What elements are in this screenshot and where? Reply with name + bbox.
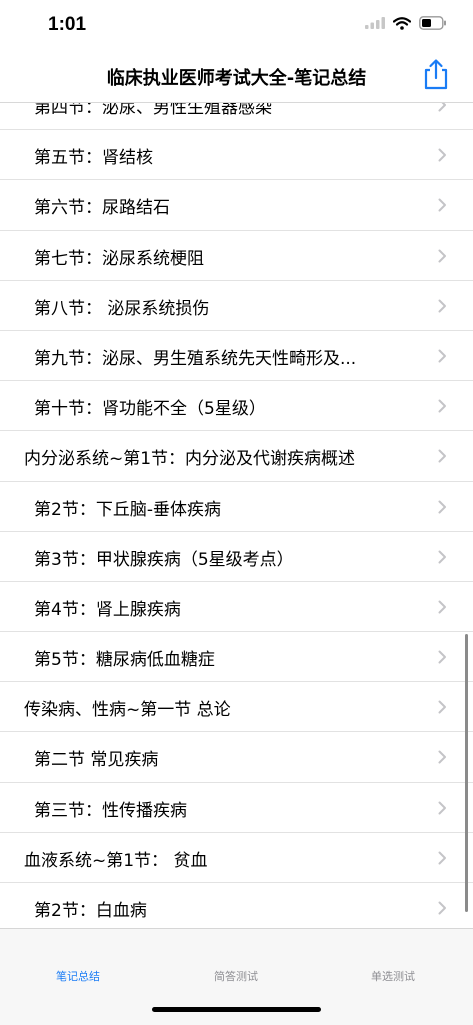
chevron-right-icon [438, 851, 446, 865]
list-item[interactable]: 第5节：糖尿病低血糖症 [0, 632, 473, 683]
chevron-right-icon [438, 750, 446, 764]
tab-single-choice-test[interactable]: 单选测试 [333, 968, 453, 984]
list-item[interactable]: 第七节：泌尿系统梗阻 [0, 231, 473, 281]
list-item-label: 第九节：泌尿、男生殖系统先天性畸形及... [34, 348, 357, 369]
wifi-icon [393, 16, 411, 30]
chevron-right-icon [438, 901, 446, 915]
list-item-label: 第四节：泌尿、男性生殖器感染 [34, 102, 272, 118]
scrollbar[interactable] [465, 634, 468, 912]
list-item-label: 第六节：尿路结石 [34, 198, 170, 219]
list-item[interactable]: 血液系统~第1节： 贫血 [0, 833, 473, 883]
list-item[interactable]: 第2节：下丘脑-垂体疾病 [0, 482, 473, 532]
list-item-label: 第十节：肾功能不全（5星级） [34, 399, 266, 420]
list-item[interactable]: 第4节：肾上腺疾病 [0, 582, 473, 633]
page-title: 临床执业医师考试大全-笔记总结 [106, 68, 367, 89]
chevron-right-icon [438, 600, 446, 614]
list-item[interactable]: 第八节： 泌尿系统损伤 [0, 281, 473, 331]
list-item-label: 内分泌系统~第1节：内分泌及代谢疾病概述 [24, 449, 356, 470]
list-item[interactable]: 传染病、性病~第一节 总论 [0, 682, 473, 733]
list-item[interactable]: 第五节：肾结核 [0, 130, 473, 181]
list-item-label: 第七节：泌尿系统梗阻 [34, 248, 204, 269]
chevron-right-icon [438, 399, 446, 413]
list-item[interactable]: 第十节：肾功能不全（5星级） [0, 381, 473, 432]
status-bar: 1:01 [0, 0, 473, 50]
share-icon [424, 59, 448, 90]
navigation-bar: 临床执业医师考试大全-笔记总结 [0, 50, 473, 103]
list-item-label: 第三节：性传播疾病 [34, 800, 187, 821]
home-indicator [152, 1007, 321, 1012]
signal-icon [365, 17, 385, 29]
tab-notes-summary[interactable]: 笔记总结 [18, 968, 138, 984]
chevron-right-icon [438, 801, 446, 815]
chevron-right-icon [438, 249, 446, 263]
chevron-right-icon [438, 500, 446, 513]
notes-list[interactable]: 第四节：泌尿、男性生殖器感染 第五节：肾结核 第六节：尿路结石 第七节：泌尿系统梗阻第… [0, 102, 473, 928]
chevron-right-icon [438, 700, 446, 714]
list-item-label: 第2节：白血病 [34, 901, 147, 921]
list-item-label: 第2节：下丘脑-垂体疾病 [34, 499, 221, 520]
tab-label: 简答测试 [214, 970, 258, 983]
list-item-label: 第二节 常见疾病 [34, 750, 159, 771]
list-item-label: 血液系统~第1节： 贫血 [24, 850, 208, 871]
list-item-label: 传染病、性病~第一节 总论 [24, 700, 231, 721]
chevron-right-icon [438, 449, 446, 463]
chevron-right-icon [438, 650, 446, 664]
share-button[interactable] [421, 56, 451, 92]
chevron-right-icon [438, 198, 446, 212]
list-item-label: 第5节：糖尿病低血糖症 [34, 650, 215, 671]
list-item[interactable]: 第2节：白血病 [0, 883, 473, 928]
tab-label: 单选测试 [371, 970, 415, 983]
chevron-right-icon [438, 148, 446, 162]
list-item-label: 第3节：甲状腺疾病（5星级考点） [34, 549, 294, 570]
battery-icon [419, 16, 446, 30]
chevron-right-icon [438, 102, 446, 112]
list-item-label: 第八节： 泌尿系统损伤 [34, 298, 210, 319]
list-item[interactable]: 第三节：性传播疾病 [0, 783, 473, 833]
list-item[interactable]: 第九节：泌尿、男生殖系统先天性畸形及... [0, 331, 473, 382]
notes-list-content: 第四节：泌尿、男性生殖器感染 第五节：肾结核 第六节：尿路结石 第七节：泌尿系统梗阻第… [0, 102, 473, 928]
status-icons [365, 16, 447, 30]
chevron-right-icon [438, 349, 446, 363]
list-item[interactable]: 第四节：泌尿、男性生殖器感染 [0, 102, 473, 131]
tab-short-answer-test[interactable]: 简答测试 [176, 968, 296, 984]
list-item-label: 第五节：肾结核 [34, 148, 153, 169]
list-item[interactable]: 第二节 常见疾病 [0, 732, 473, 783]
list-item[interactable]: 第六节：尿路结石 [0, 180, 473, 231]
list-item[interactable]: 第3节：甲状腺疾病（5星级考点） [0, 532, 473, 582]
chevron-right-icon [438, 550, 446, 564]
tab-label: 笔记总结 [56, 970, 100, 983]
list-item[interactable]: 内分泌系统~第1节：内分泌及代谢疾病概述 [0, 431, 473, 482]
chevron-right-icon [438, 299, 446, 313]
list-item-label: 第4节：肾上腺疾病 [34, 599, 181, 620]
status-time: 1:01 [48, 14, 87, 35]
